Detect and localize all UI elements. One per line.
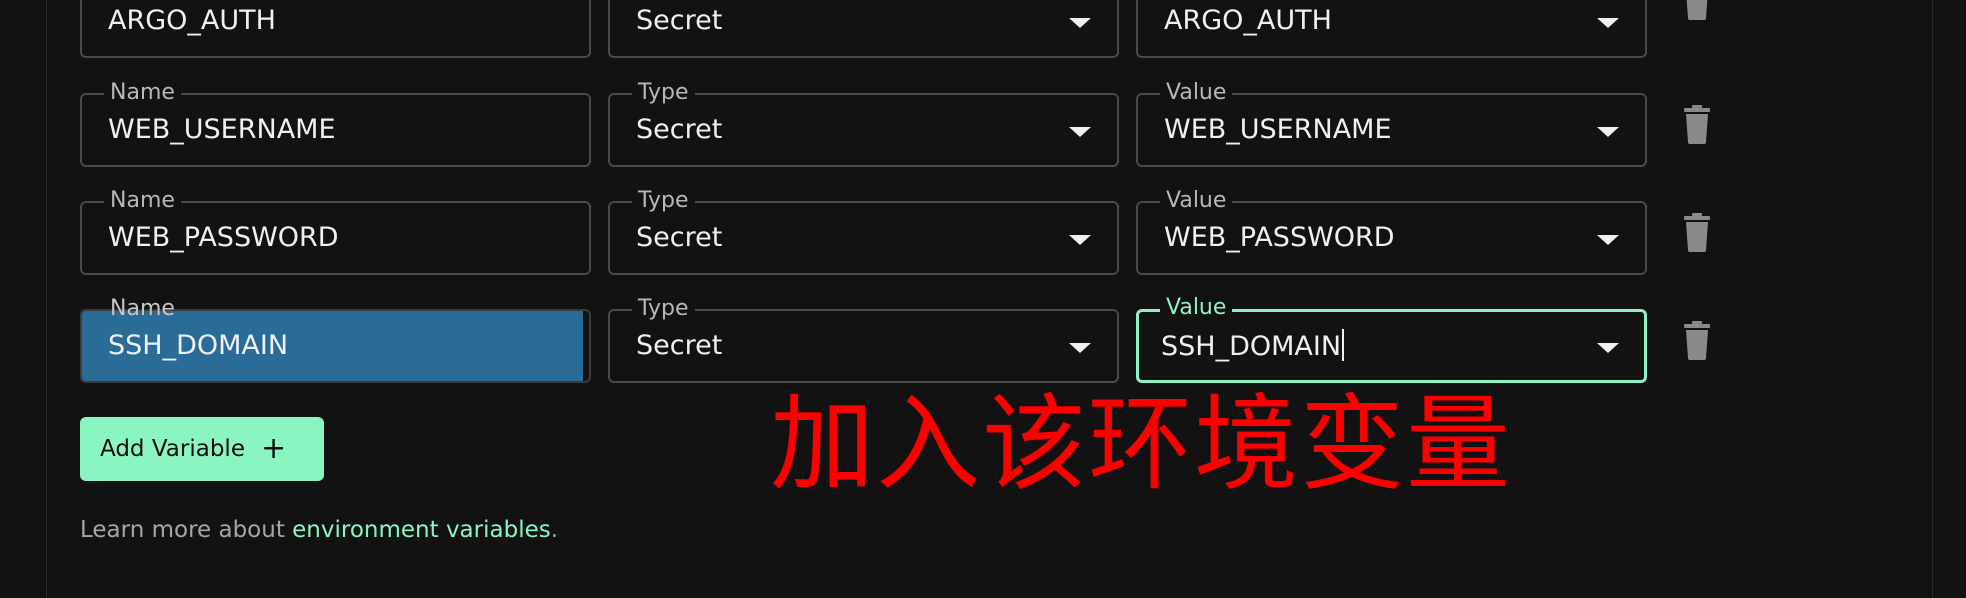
name-value: ARGO_AUTH <box>108 5 276 36</box>
value-label: Value <box>1160 81 1233 105</box>
name-label: Name <box>104 189 181 213</box>
value-select[interactable]: ARGO_AUTH <box>1136 0 1647 58</box>
learn-more-prefix: Learn more about <box>80 517 293 543</box>
add-variable-label: Add Variable <box>100 436 245 462</box>
type-value: Secret <box>636 330 723 361</box>
chevron-down-icon <box>1069 127 1091 137</box>
value-value: WEB_PASSWORD <box>1164 222 1395 253</box>
environment-variables-link[interactable]: environment variables <box>292 517 551 543</box>
type-select[interactable]: Type Secret <box>608 189 1119 275</box>
learn-more-suffix: . <box>550 517 559 543</box>
type-select[interactable]: Secret <box>608 0 1119 58</box>
variable-row: Name WEB_USERNAME Type Secret Value WEB_… <box>0 81 1966 169</box>
type-label: Type <box>632 81 695 105</box>
trash-icon[interactable] <box>1683 105 1711 145</box>
name-field[interactable]: Name WEB_PASSWORD <box>80 189 591 275</box>
trash-icon[interactable] <box>1683 213 1711 253</box>
annotation-text: 加入该环境变量 <box>770 383 1513 505</box>
plus-icon: + <box>260 431 287 466</box>
value-label: Value <box>1160 296 1233 320</box>
chevron-down-icon <box>1597 18 1619 28</box>
panel-border-right <box>1932 0 1933 598</box>
variable-row: Name WEB_PASSWORD Type Secret Value WEB_… <box>0 189 1966 277</box>
name-field[interactable]: Name WEB_USERNAME <box>80 81 591 167</box>
trash-icon[interactable] <box>1683 0 1711 24</box>
type-select[interactable]: Type Secret <box>608 297 1119 383</box>
chevron-down-icon <box>1597 343 1619 353</box>
chevron-down-icon <box>1069 18 1091 28</box>
name-field[interactable]: Name SSH_DOMAIN <box>80 297 591 383</box>
value-value: WEB_USERNAME <box>1164 114 1392 145</box>
trash-icon[interactable] <box>1683 321 1711 361</box>
type-label: Type <box>632 297 695 321</box>
chevron-down-icon <box>1069 235 1091 245</box>
value-select[interactable]: Value SSH_DOMAIN <box>1136 296 1647 383</box>
name-value: SSH_DOMAIN <box>108 330 289 361</box>
type-label: Type <box>632 189 695 213</box>
value-input[interactable]: SSH_DOMAIN <box>1161 329 1345 364</box>
learn-more-text: Learn more about environment variables. <box>80 517 558 543</box>
value-select[interactable]: Value WEB_USERNAME <box>1136 81 1647 167</box>
value-label: Value <box>1160 189 1233 213</box>
name-value: WEB_USERNAME <box>108 114 336 145</box>
name-value: WEB_PASSWORD <box>108 222 339 253</box>
chevron-down-icon <box>1069 343 1091 353</box>
value-value: SSH_DOMAIN <box>1161 331 1342 362</box>
chevron-down-icon <box>1597 127 1619 137</box>
chevron-down-icon <box>1597 235 1619 245</box>
variable-row: ARGO_AUTH Secret ARGO_AUTH <box>0 0 1966 60</box>
type-value: Secret <box>636 222 723 253</box>
panel-border-left <box>46 0 47 598</box>
name-label: Name <box>104 81 181 105</box>
name-label: Name <box>110 296 175 321</box>
add-variable-button[interactable]: Add Variable + <box>80 417 324 481</box>
type-select[interactable]: Type Secret <box>608 81 1119 167</box>
value-value: ARGO_AUTH <box>1164 5 1332 36</box>
type-value: Secret <box>636 114 723 145</box>
text-cursor <box>1342 329 1345 361</box>
variable-row: Name SSH_DOMAIN Type Secret Value SSH_DO… <box>0 296 1966 385</box>
name-field[interactable]: ARGO_AUTH <box>80 0 591 58</box>
type-value: Secret <box>636 5 723 36</box>
value-select[interactable]: Value WEB_PASSWORD <box>1136 189 1647 275</box>
